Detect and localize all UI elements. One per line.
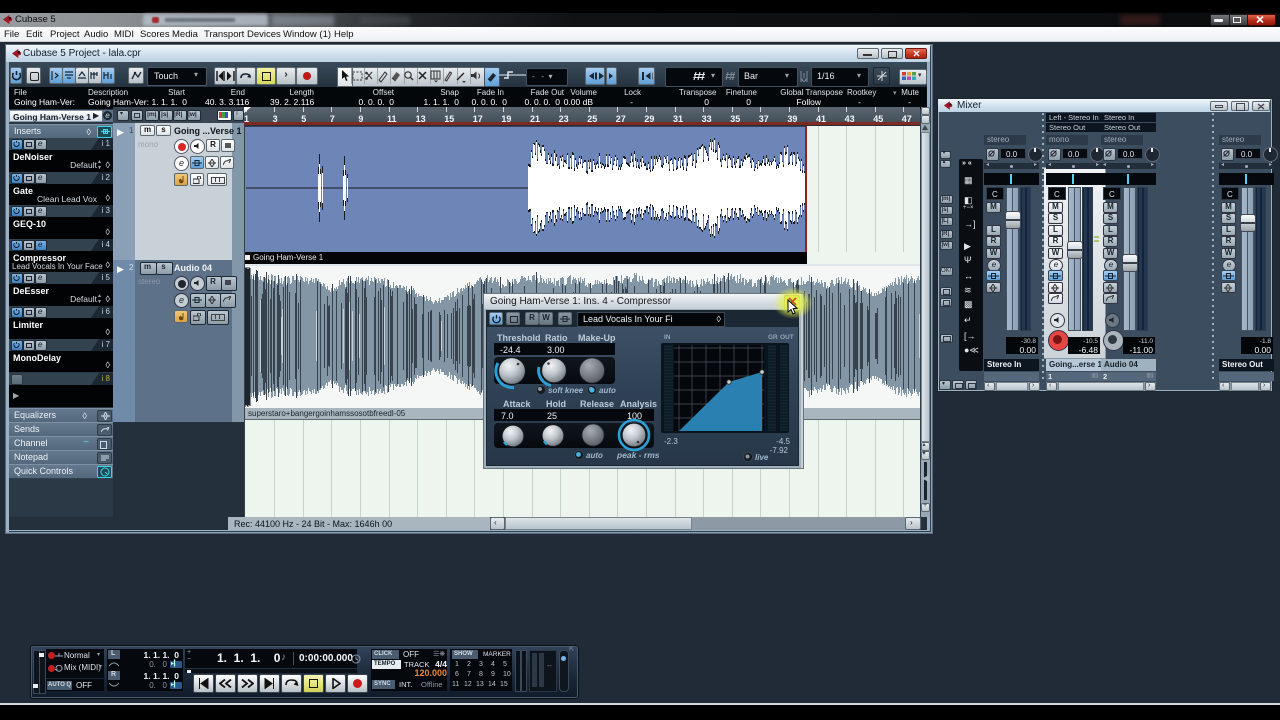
svg-text:Make-Up: Make-Up bbox=[578, 333, 616, 343]
svg-text:-24.4: -24.4 bbox=[500, 345, 521, 355]
svg-text:Hold: Hold bbox=[546, 399, 566, 409]
svg-text:peak - rms: peak - rms bbox=[616, 450, 660, 460]
svg-text:IN: IN bbox=[664, 334, 671, 341]
svg-text:auto: auto bbox=[586, 451, 603, 460]
svg-text:OUT: OUT bbox=[780, 334, 794, 341]
svg-text:Ratio: Ratio bbox=[545, 333, 568, 343]
svg-text:GR: GR bbox=[768, 334, 778, 341]
svg-text:live: live bbox=[755, 453, 769, 462]
svg-text:-4.5: -4.5 bbox=[776, 437, 790, 446]
svg-text:Threshold: Threshold bbox=[497, 333, 541, 343]
svg-text:25: 25 bbox=[547, 411, 557, 421]
svg-text:Release: Release bbox=[580, 399, 614, 409]
svg-text:Attack: Attack bbox=[503, 399, 532, 409]
svg-text:-7.92: -7.92 bbox=[770, 446, 789, 455]
svg-text:soft knee: soft knee bbox=[548, 386, 584, 395]
svg-text:-2.3: -2.3 bbox=[664, 437, 678, 446]
svg-text:7.0: 7.0 bbox=[501, 411, 514, 421]
svg-text:3.00: 3.00 bbox=[547, 345, 565, 355]
svg-text:Analysis: Analysis bbox=[620, 399, 657, 409]
svg-text:auto: auto bbox=[599, 386, 616, 395]
